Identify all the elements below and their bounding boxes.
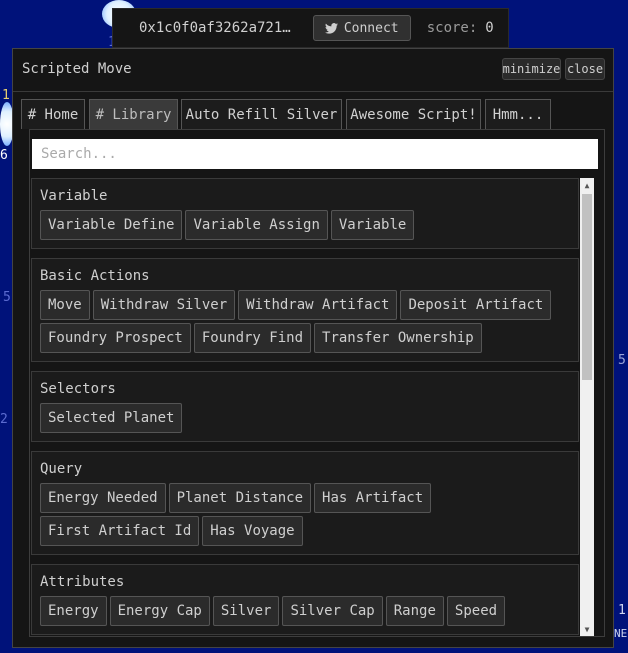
score-label: score: (426, 20, 478, 36)
twitter-bird-icon (324, 22, 338, 34)
library-section: Basic Actions Move Withdraw Silver Withdraw… (31, 258, 579, 362)
section-buttons: Energy Needed Planet Distance Has Artifact… (40, 483, 570, 546)
section-title: Basic Actions (40, 268, 150, 284)
action-block-button[interactable]: Move (40, 290, 90, 320)
action-block-button[interactable]: Planet Distance (168, 483, 312, 513)
section-title: Attributes (40, 574, 125, 590)
library-section: Selectors Selected Planet (31, 371, 579, 442)
tab-library[interactable]: # Library (89, 99, 178, 129)
score-value: 0 (485, 20, 494, 36)
bg-label: 6 (0, 148, 8, 163)
section-buttons: Variable Define Variable Assign Variable (40, 210, 570, 240)
close-button[interactable]: close (565, 58, 605, 80)
library-section: Attributes Energy Energy Cap Silver Silver C… (31, 564, 579, 635)
action-block-button[interactable]: Silver (212, 596, 280, 626)
library-section: Query Energy Needed Planet Distance Has Art… (31, 451, 579, 555)
section-title: Query (40, 461, 83, 477)
action-block-button[interactable]: Speed (446, 596, 506, 626)
bg-label: 1 (2, 88, 10, 103)
minimize-button[interactable]: minimize (502, 58, 561, 80)
action-block-button[interactable]: Variable (330, 210, 415, 240)
library-section: Variable Variable Define Variable Assign Va… (31, 178, 579, 249)
connect-label: Connect (343, 20, 399, 36)
action-block-button[interactable]: Withdraw Artifact (238, 290, 398, 320)
section-buttons: Energy Energy Cap Silver Silver Cap Range Spe… (40, 596, 570, 626)
top-bar: 0x1c0f0af3262a721… Connect score: 0 (112, 8, 509, 48)
tab-awesome-script[interactable]: Awesome Script! (346, 99, 481, 129)
panel-title: Scripted Move (22, 61, 132, 77)
bg-label: 2 (0, 412, 8, 427)
action-block-button[interactable]: First Artifact Id (40, 516, 200, 546)
action-block-button[interactable]: Foundry Find (193, 323, 312, 353)
action-block-button[interactable]: Has Artifact (314, 483, 432, 513)
action-block-button[interactable]: Transfer Ownership (314, 323, 482, 353)
scripted-move-panel: Scripted Move minimize close # Home # Li… (12, 48, 614, 648)
section-title: Variable (40, 188, 108, 204)
action-block-button[interactable]: Variable Assign (185, 210, 328, 240)
scrollbar[interactable]: ▲ ▼ (580, 178, 594, 636)
bg-label: 5 (618, 353, 626, 368)
wallet-address: 0x1c0f0af3262a721… (139, 20, 291, 36)
section-title: Selectors (40, 381, 116, 397)
action-block-button[interactable]: Foundry Prospect (40, 323, 191, 353)
bg-label: 1 (618, 603, 626, 618)
section-buttons: Move Withdraw Silver Withdraw Artifact Depo… (40, 290, 570, 353)
bg-label: NE (614, 627, 628, 640)
action-block-button[interactable]: Selected Planet (40, 403, 183, 433)
block-library-list[interactable]: Variable Variable Define Variable Assign Va… (31, 178, 579, 636)
tab-home[interactable]: # Home (21, 99, 85, 129)
action-block-button[interactable]: Has Voyage (202, 516, 303, 546)
action-block-button[interactable]: Variable Define (40, 210, 183, 240)
triangle-up-icon[interactable]: ▲ (580, 178, 594, 192)
connect-button[interactable]: Connect (312, 15, 411, 41)
bg-label: 5 (3, 290, 11, 305)
triangle-down-icon[interactable]: ▼ (580, 622, 594, 636)
action-block-button[interactable]: Range (385, 596, 444, 626)
action-block-button[interactable]: Energy Needed (40, 483, 166, 513)
action-block-button[interactable]: Withdraw Silver (92, 290, 236, 320)
tab-auto-refill-silver[interactable]: Auto Refill Silver (181, 99, 342, 129)
search-input[interactable] (32, 139, 598, 169)
header-divider (13, 91, 613, 92)
action-block-button[interactable]: Deposit Artifact (400, 290, 552, 320)
action-block-button[interactable]: Silver Cap (282, 596, 383, 626)
library-content: VariableVariable DefineVariable AssignVa… (29, 129, 605, 637)
action-block-button[interactable]: Energy (40, 596, 107, 626)
action-block-button[interactable]: Energy Cap (109, 596, 210, 626)
tab-hmm[interactable]: Hmm... (485, 99, 551, 129)
section-buttons: Selected Planet (40, 403, 570, 433)
scrollbar-thumb[interactable] (582, 194, 592, 380)
